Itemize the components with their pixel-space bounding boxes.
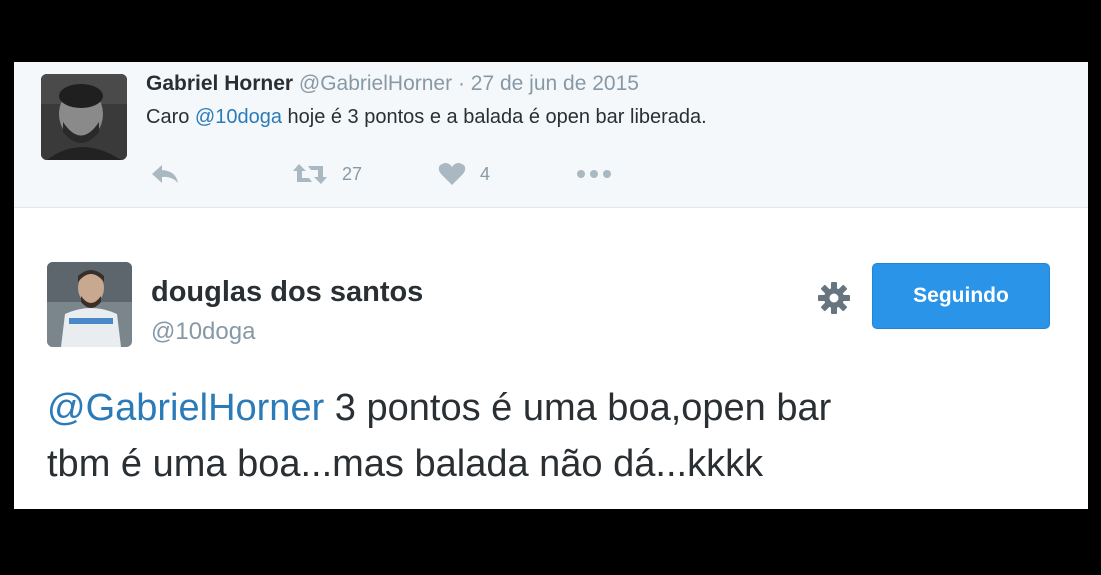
tweet-text-line1: 3 pontos é uma boa,open bar xyxy=(324,387,832,429)
tweet-text: @GabrielHorner 3 pontos é uma boa,open b… xyxy=(47,380,1067,492)
tweet-header: Gabriel Horner @GabrielHorner · 27 de ju… xyxy=(146,72,639,96)
author-name[interactable]: douglas dos santos xyxy=(151,276,423,309)
like-button[interactable]: 4 xyxy=(438,158,490,190)
screenshot-frame: Gabriel Horner @GabrielHorner · 27 de ju… xyxy=(14,62,1088,509)
author-handle[interactable]: @10doga xyxy=(151,318,255,346)
tweet-text-suffix: hoje é 3 pontos e a balada é open bar li… xyxy=(281,106,707,128)
more-dots-icon xyxy=(576,169,612,179)
mention-link[interactable]: @10doga xyxy=(195,106,282,128)
settings-button[interactable] xyxy=(814,280,854,320)
tweet-text-prefix: Caro xyxy=(146,106,195,128)
author-handle[interactable]: @GabrielHorner xyxy=(299,72,452,95)
reply-button[interactable] xyxy=(150,158,180,190)
retweet-icon xyxy=(292,162,328,186)
avatar[interactable] xyxy=(41,74,127,160)
retweet-count: 27 xyxy=(342,163,363,184)
parent-tweet[interactable]: Gabriel Horner @GabrielHorner · 27 de ju… xyxy=(14,62,1088,208)
gear-icon xyxy=(817,281,851,320)
separator: · xyxy=(457,72,465,95)
tweet-text: Caro @10doga hoje é 3 pontos e a balada … xyxy=(146,106,707,129)
avatar[interactable] xyxy=(47,262,132,347)
like-count: 4 xyxy=(480,163,491,184)
retweet-button[interactable]: 27 xyxy=(292,158,362,190)
more-button[interactable] xyxy=(576,158,612,190)
heart-icon xyxy=(438,162,466,186)
author-name[interactable]: Gabriel Horner xyxy=(146,72,293,95)
tweet-actions: 27 4 xyxy=(14,158,1088,190)
mention-link[interactable]: @GabrielHorner xyxy=(47,387,324,429)
following-button[interactable]: Seguindo xyxy=(872,263,1050,329)
tweet-date[interactable]: 27 de jun de 2015 xyxy=(471,72,639,95)
tweet-text-line2: tbm é uma boa...mas balada não dá...kkkk xyxy=(47,443,764,485)
reply-arrow-icon xyxy=(150,163,180,185)
